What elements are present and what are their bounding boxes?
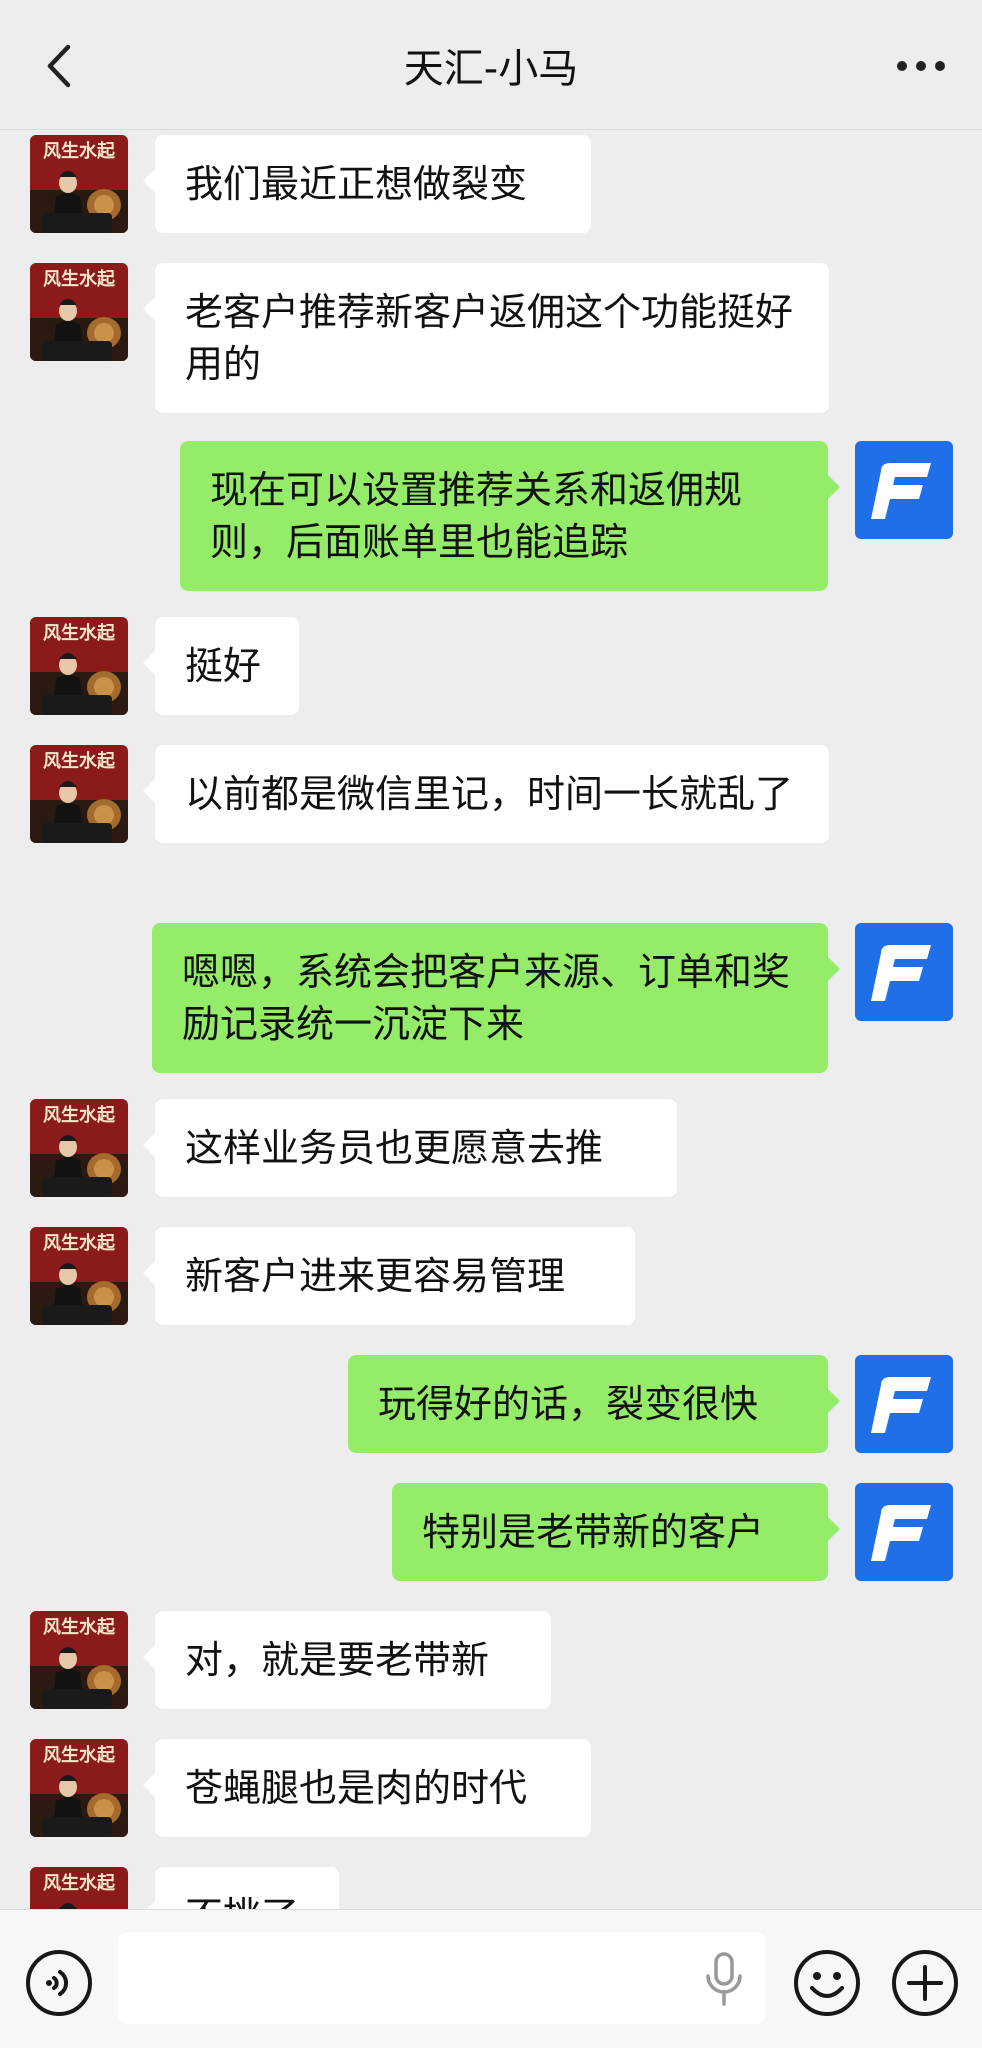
incoming-message-bubble[interactable]: 以前都是微信里记，时间一长就乱了 — [143, 745, 829, 843]
contact-avatar[interactable]: 风生水起 — [30, 1739, 128, 1837]
avatar-calligraphy: 风生水起 — [43, 622, 116, 644]
outgoing-message-bubble[interactable]: 现在可以设置推荐关系和返佣规则，后面账单里也能追踪 — [180, 441, 840, 591]
add-icon — [892, 1950, 958, 2016]
add-button[interactable] — [890, 1948, 960, 2018]
avatar-calligraphy: 风生水起 — [43, 1104, 116, 1126]
message-text: 特别是老带新的客户 — [422, 1510, 765, 1554]
contact-avatar[interactable]: 风生水起 — [30, 1611, 128, 1709]
contact-avatar-image: 风生水起 — [30, 135, 128, 233]
f-logo-avatar — [855, 441, 953, 539]
avatar-calligraphy: 风生水起 — [43, 750, 116, 772]
my-avatar[interactable] — [855, 1483, 953, 1581]
outgoing-message-bubble[interactable]: 特别是老带新的客户 — [392, 1483, 840, 1581]
contact-avatar[interactable]: 风生水起 — [30, 1867, 128, 1909]
contact-avatar[interactable]: 风生水起 — [30, 1227, 128, 1325]
incoming-message-bubble[interactable]: 我们最近正想做裂变 — [143, 135, 591, 233]
microphone-icon — [706, 1952, 742, 2006]
f-logo-avatar — [855, 1355, 953, 1453]
message-text: 这样业务员也更愿意去推 — [185, 1126, 604, 1170]
incoming-message-bubble[interactable]: 这样业务员也更愿意去推 — [143, 1099, 677, 1197]
avatar-calligraphy: 风生水起 — [43, 1872, 116, 1894]
message-text: 老客户推荐新客户返佣这个功能挺好用的 — [185, 290, 794, 386]
message-input[interactable] — [118, 1932, 766, 2024]
more-horizontal-icon — [897, 61, 945, 71]
voice-toggle-button[interactable] — [24, 1948, 94, 2018]
avatar-calligraphy: 风生水起 — [43, 140, 116, 162]
emoji-button[interactable] — [792, 1948, 862, 2018]
contact-avatar[interactable]: 风生水起 — [30, 135, 128, 233]
contact-avatar[interactable]: 风生水起 — [30, 617, 128, 715]
f-logo-avatar — [855, 1483, 953, 1581]
contact-avatar-image: 风生水起 — [30, 263, 128, 361]
my-avatar[interactable] — [855, 923, 953, 1021]
contact-avatar[interactable]: 风生水起 — [30, 1099, 128, 1197]
contact-avatar-image: 风生水起 — [30, 1739, 128, 1837]
contact-avatar-image: 风生水起 — [30, 1099, 128, 1197]
composer-bar — [0, 1909, 982, 2048]
incoming-message-bubble[interactable]: 老客户推荐新客户返佣这个功能挺好用的 — [143, 263, 829, 413]
f-logo-avatar — [855, 923, 953, 1021]
incoming-message-bubble[interactable]: 不挑了 — [143, 1867, 339, 1909]
message-text: 玩得好的话，裂变很快 — [378, 1382, 759, 1426]
incoming-message-bubble[interactable]: 对，就是要老带新 — [143, 1611, 551, 1709]
contact-avatar-image: 风生水起 — [30, 1227, 128, 1325]
message-text: 以前都是微信里记，时间一长就乱了 — [185, 772, 794, 816]
voice-toggle-icon — [26, 1950, 92, 2016]
avatar-calligraphy: 风生水起 — [43, 1744, 116, 1766]
microphone-button[interactable] — [702, 1950, 746, 2010]
contact-avatar[interactable]: 风生水起 — [30, 263, 128, 361]
emoji-icon — [794, 1950, 860, 2016]
message-list[interactable]: 风生水起 我们最近正想做裂变 风生水起 老客户推荐新客户返佣这个功能挺好用的 现… — [0, 131, 982, 1909]
contact-avatar-image: 风生水起 — [30, 617, 128, 715]
contact-avatar-image: 风生水起 — [30, 1611, 128, 1709]
my-avatar[interactable] — [855, 1355, 953, 1453]
message-text: 嗯嗯，系统会把客户来源、订单和奖励记录统一沉淀下来 — [182, 950, 791, 1046]
avatar-calligraphy: 风生水起 — [43, 1616, 116, 1638]
message-text: 苍蝇腿也是肉的时代 — [185, 1766, 528, 1810]
my-avatar[interactable] — [855, 441, 953, 539]
outgoing-message-bubble[interactable]: 嗯嗯，系统会把客户来源、订单和奖励记录统一沉淀下来 — [152, 923, 840, 1073]
top-bar: 天汇-小马 — [0, 0, 982, 130]
message-text: 新客户进来更容易管理 — [185, 1254, 566, 1298]
message-text: 对，就是要老带新 — [185, 1638, 490, 1682]
incoming-message-bubble[interactable]: 新客户进来更容易管理 — [143, 1227, 635, 1325]
message-text: 我们最近正想做裂变 — [185, 162, 528, 206]
message-text: 不挑了 — [185, 1894, 299, 1909]
contact-avatar[interactable]: 风生水起 — [30, 745, 128, 843]
incoming-message-bubble[interactable]: 挺好 — [143, 617, 299, 715]
chat-title: 天汇-小马 — [403, 46, 579, 92]
message-text: 挺好 — [185, 644, 262, 688]
outgoing-message-bubble[interactable]: 玩得好的话，裂变很快 — [348, 1355, 840, 1453]
more-button[interactable] — [886, 36, 956, 96]
avatar-calligraphy: 风生水起 — [43, 1232, 116, 1254]
avatar-calligraphy: 风生水起 — [43, 268, 116, 290]
contact-avatar-image: 风生水起 — [30, 745, 128, 843]
contact-avatar-image: 风生水起 — [30, 1867, 128, 1909]
message-text: 现在可以设置推荐关系和返佣规则，后面账单里也能追踪 — [210, 468, 743, 564]
incoming-message-bubble[interactable]: 苍蝇腿也是肉的时代 — [143, 1739, 591, 1837]
